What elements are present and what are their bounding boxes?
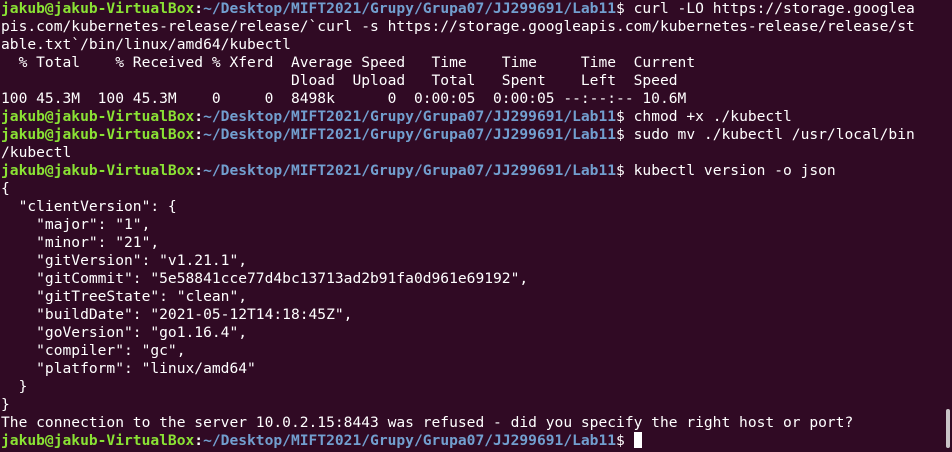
- json-output-line: "gitVersion": "v1.21.1",: [1, 252, 248, 269]
- json-output-line: "gitCommit": "5e58841cce77d4bc13713ad2b9…: [1, 270, 529, 287]
- terminal-line-output: /kubectl: [1, 144, 72, 161]
- json-output-line: {: [1, 180, 10, 197]
- json-output-line: "compiler": "gc",: [1, 342, 186, 359]
- prompt-user-host: jakub@jakub-VirtualBox: [1, 108, 195, 125]
- prompt-dollar: $: [616, 126, 625, 143]
- json-output-line: }: [1, 396, 10, 413]
- prompt-separator: :: [194, 432, 204, 449]
- json-output-line: }: [1, 378, 28, 395]
- error-message: The connection to the server 10.0.2.15:8…: [1, 414, 854, 431]
- json-output-line: "platform": "linux/amd64": [1, 360, 256, 377]
- prompt-path: ~/Desktop/MIFT2021/Grupy/Grupa07/JJ29969…: [203, 126, 617, 143]
- prompt-separator: :: [194, 0, 204, 17]
- prompt-dollar: $: [616, 108, 625, 125]
- prompt-user-host: jakub@jakub-VirtualBox: [1, 162, 195, 179]
- prompt-path: ~/Desktop/MIFT2021/Grupy/Grupa07/JJ29969…: [203, 432, 617, 449]
- json-output-line: "major": "1",: [1, 216, 151, 233]
- prompt-path: ~/Desktop/MIFT2021/Grupy/Grupa07/JJ29969…: [203, 0, 617, 17]
- prompt-separator: :: [194, 108, 204, 125]
- command-input[interactable]: [625, 432, 634, 449]
- prompt-path: ~/Desktop/MIFT2021/Grupy/Grupa07/JJ29969…: [203, 162, 617, 179]
- command-text: curl -LO https://storage.googlea: [624, 0, 915, 17]
- json-output-line: "clientVersion": {: [1, 198, 177, 215]
- command-text: kubectl version -o json: [624, 162, 836, 179]
- json-output-line: "gitTreeState": "clean",: [1, 288, 248, 305]
- text-cursor: [633, 432, 642, 448]
- terminal-line-output: % Total % Received % Xferd Average Speed…: [1, 54, 696, 71]
- terminal-line-prompt: jakub@jakub-VirtualBox:~/Desktop/MIFT202…: [0, 126, 952, 144]
- command-text: sudo mv ./kubectl /usr/local/bin: [624, 126, 915, 143]
- prompt-separator: :: [194, 162, 204, 179]
- prompt-dollar: $: [616, 0, 625, 17]
- terminal-line-output: 100 45.3M 100 45.3M 0 0 8498k 0 0:00:05 …: [1, 90, 687, 107]
- json-output-line: "minor": "21",: [1, 234, 160, 251]
- terminal-line-output: able.txt`/bin/linux/amd64/kubectl: [1, 36, 291, 53]
- terminal-line-prompt: jakub@jakub-VirtualBox:~/Desktop/MIFT202…: [0, 0, 952, 18]
- terminal-line-prompt: jakub@jakub-VirtualBox:~/Desktop/MIFT202…: [0, 108, 952, 126]
- terminal-line-prompt: jakub@jakub-VirtualBox:~/Desktop/MIFT202…: [0, 162, 952, 180]
- prompt-path: ~/Desktop/MIFT2021/Grupy/Grupa07/JJ29969…: [203, 108, 617, 125]
- prompt-dollar: $: [616, 162, 625, 179]
- prompt-user-host: jakub@jakub-VirtualBox: [1, 0, 195, 17]
- json-output-line: "goVersion": "go1.16.4",: [1, 324, 248, 341]
- prompt-dollar: $: [616, 432, 625, 449]
- terminal-line-output: Dload Upload Total Spent Left Speed: [1, 72, 678, 89]
- terminal-line-prompt-active[interactable]: jakub@jakub-VirtualBox:~/Desktop/MIFT202…: [0, 432, 952, 450]
- prompt-separator: :: [194, 126, 204, 143]
- terminal-window[interactable]: jakub@jakub-VirtualBox:~/Desktop/MIFT202…: [0, 0, 952, 452]
- terminal-line-output: pis.com/kubernetes-release/release/`curl…: [1, 18, 915, 35]
- command-text: chmod +x ./kubectl: [624, 108, 792, 125]
- json-output-line: "buildDate": "2021-05-12T14:18:45Z",: [1, 306, 353, 323]
- scrollbar-thumb[interactable]: [946, 409, 950, 448]
- prompt-user-host: jakub@jakub-VirtualBox: [1, 126, 195, 143]
- prompt-user-host: jakub@jakub-VirtualBox: [1, 432, 195, 449]
